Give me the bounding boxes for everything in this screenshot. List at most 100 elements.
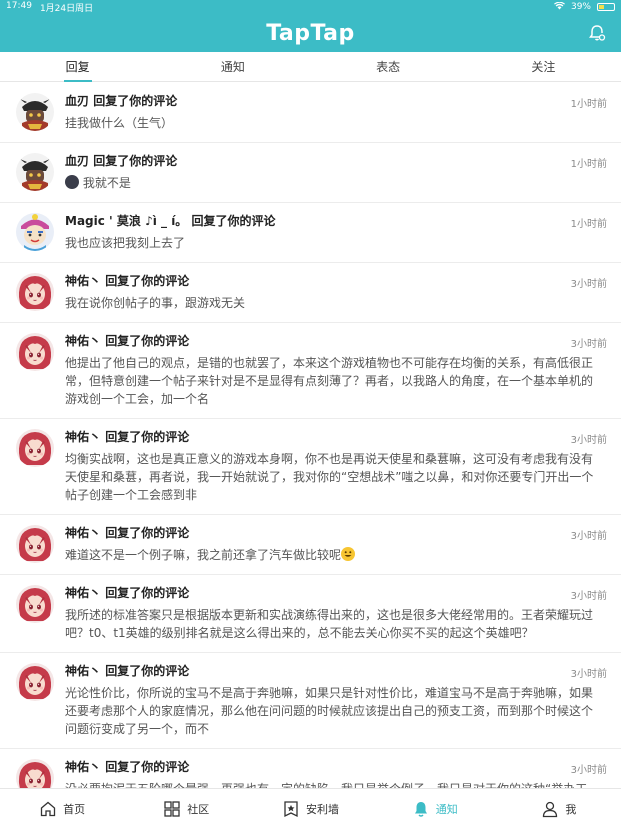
- avatar[interactable]: [16, 213, 54, 251]
- nav-home[interactable]: 首页: [0, 789, 124, 828]
- nav-notifications-label: 通知: [435, 802, 458, 816]
- notification-tabs: 回复 通知 表态 关注: [0, 52, 621, 82]
- app-header: TapTap: [0, 14, 621, 52]
- reply-list: 血刃 回复了你的评论 1小时前 挂我做什么（生气） 血刃 回复了你的评论 1小时前 我就…: [0, 83, 621, 788]
- reply-action: 回复了你的评论: [105, 664, 190, 678]
- nav-community[interactable]: 社区: [124, 789, 248, 828]
- reply-action: 回复了你的评论: [105, 586, 190, 600]
- user-icon: [543, 801, 558, 817]
- battery-percent: 39%: [570, 2, 591, 12]
- status-date: 1月24日周日: [39, 3, 94, 14]
- reply-body: 我所述的标准答案只是根据版本更新和实战演练得出来的，这也是很多大佬经常用的。王者…: [65, 606, 607, 642]
- reply-time: 3小时前: [570, 435, 607, 446]
- nav-home-label: 首页: [63, 802, 86, 816]
- reply-item[interactable]: 神佑丶 回复了你的评论 3小时前 光论性价比，你所说的宝马不是高于奔驰嘛，如果只是针…: [0, 653, 621, 749]
- reply-body: 难道这不是一个例子嘛，我之前还拿了汽车做比较呢: [65, 546, 607, 564]
- avatar[interactable]: [16, 759, 54, 788]
- reply-item[interactable]: 血刃 回复了你的评论 1小时前挂我做什么（生气）: [0, 83, 621, 143]
- reply-text: 光论性价比，你所说的宝马不是高于奔驰嘛，如果只是针对性价比，难道宝马不是高于奔驰…: [65, 686, 594, 736]
- reply-header: 神佑丶 回复了你的评论: [65, 333, 607, 350]
- reply-header: 神佑丶 回复了你的评论: [65, 525, 607, 542]
- username[interactable]: 神佑丶: [65, 526, 101, 540]
- reply-item[interactable]: 神佑丶 回复了你的评论 3小时前我在说你创帖子的事，跟游戏无关: [0, 263, 621, 323]
- username[interactable]: 血刃: [65, 94, 89, 108]
- username[interactable]: 神佑丶: [65, 664, 101, 678]
- reply-text: 我所述的标准答案只是根据版本更新和实战演练得出来的，这也是很多大佬经常用的。王者…: [65, 608, 594, 640]
- reply-time: 3小时前: [570, 531, 607, 542]
- star-frame-icon: [284, 800, 298, 817]
- reply-time: 3小时前: [570, 339, 607, 350]
- tab-reply[interactable]: 回复: [0, 52, 155, 82]
- grid-icon: [164, 800, 180, 817]
- avatar[interactable]: [16, 273, 54, 311]
- reply-action: 回复了你的评论: [105, 526, 190, 540]
- reply-time: 3小时前: [570, 279, 607, 290]
- username[interactable]: 神佑丶: [65, 334, 101, 348]
- reply-text: 难道这不是一个例子嘛，我之前还拿了汽车做比较呢: [65, 548, 342, 562]
- tab-follow[interactable]: 关注: [466, 52, 621, 81]
- reply-header: 神佑丶 回复了你的评论: [65, 759, 607, 776]
- reply-time: 3小时前: [570, 669, 607, 680]
- reply-text: 我也应该把我刻上去了: [65, 236, 186, 250]
- wifi-icon: [553, 1, 565, 13]
- reply-item[interactable]: 神佑丶 回复了你的评论3小时前没必要拘泥于五阶哪个最强，再强也有一定的缺陷，我只…: [0, 749, 621, 788]
- avatar[interactable]: [16, 429, 54, 467]
- avatar[interactable]: [16, 663, 54, 701]
- reply-text: 均衡实战啊，这也是真正意义的游戏本身啊，你不也是再说天使星和桑葚嘛，这可没有考虑…: [65, 452, 594, 502]
- avatar[interactable]: [16, 333, 54, 371]
- reply-action: 回复了你的评论: [105, 274, 190, 288]
- reply-action: 回复了你的评论: [105, 760, 190, 774]
- reply-body: 我也应该把我刻上去了: [65, 234, 607, 252]
- nav-me-label: 我: [565, 802, 577, 816]
- reply-header: 神佑丶 回复了你的评论: [65, 429, 607, 446]
- username[interactable]: 神佑丶: [65, 274, 101, 288]
- battery-fill: [599, 5, 605, 9]
- reply-item[interactable]: 血刃 回复了你的评论 1小时前 我就不是: [0, 143, 621, 203]
- reply-text: 我就不是: [82, 176, 131, 190]
- home-icon: [40, 801, 56, 816]
- nav-me[interactable]: 我: [497, 789, 621, 828]
- reply-body: 没必要拘泥于五阶哪个最强，再强也有一定的缺陷，我只是举个例子，我只是对于你的这种…: [65, 780, 607, 788]
- reply-time: 3小时前: [570, 591, 607, 602]
- reply-text: 我在说你创帖子的事，跟游戏无关: [65, 296, 246, 310]
- reply-item[interactable]: Magic ' 莫浪 ♪ì _ í。 回复了你的评论 1小时前我也应该把我刻上去了: [0, 203, 621, 263]
- reply-action: 回复了你的评论: [105, 430, 190, 444]
- reply-body: 我在说你创帖子的事，跟游戏无关: [65, 294, 607, 312]
- reply-item[interactable]: 神佑丶 回复了你的评论 3小时前他提出了他自己的观点，是错的也就罢了，本来这个游戏…: [0, 323, 621, 419]
- reply-time: 1小时前: [570, 159, 607, 170]
- reply-header: 神佑丶 回复了你的评论: [65, 663, 607, 680]
- reply-body: 光论性价比，你所说的宝马不是高于奔驰嘛，如果只是针对性价比，难道宝马不是高于奔驰…: [65, 684, 607, 738]
- username[interactable]: 神佑丶: [65, 760, 101, 774]
- username[interactable]: Magic ' 莫浪 ♪ì _ í。: [65, 214, 187, 228]
- smile-emoji-icon: [341, 547, 356, 561]
- reply-body: 他提出了他自己的观点，是错的也就罢了，本来这个游戏植物也不可能存在均衡的关系，有…: [65, 354, 607, 408]
- username[interactable]: 神佑丶: [65, 430, 101, 444]
- reply-body: 均衡实战啊，这也是真正意义的游戏本身啊，你不也是再说天使星和桑葚嘛，这可没有考虑…: [65, 450, 607, 504]
- tab-reaction[interactable]: 表态: [311, 52, 466, 81]
- reply-item[interactable]: 神佑丶 回复了你的评论 3小时前我所述的标准答案只是根据版本更新和实战演练得出来的…: [0, 575, 621, 653]
- notification-settings-icon[interactable]: [587, 23, 607, 43]
- avatar[interactable]: [16, 525, 54, 563]
- nav-recommend-wall-label: 安利墙: [306, 802, 339, 816]
- reply-time: 3小时前: [570, 765, 607, 776]
- taptap-logo: TapTap: [266, 20, 355, 46]
- reply-text: 挂我做什么（生气）: [65, 116, 174, 130]
- bottom-nav: 首页 社区 安利墙 通知 我: [0, 788, 621, 828]
- reply-text: 他提出了他自己的观点，是错的也就罢了，本来这个游戏植物也不可能存在均衡的关系，有…: [65, 356, 594, 406]
- reply-item[interactable]: 神佑丶 回复了你的评论 3小时前 均衡实战啊，这也是真正意义的游戏本身啊，你不也是再…: [0, 419, 621, 515]
- avatar[interactable]: [16, 153, 54, 191]
- username[interactable]: 神佑丶: [65, 586, 101, 600]
- status-time: 17:49: [6, 0, 32, 11]
- tab-notice[interactable]: 通知: [155, 52, 310, 81]
- avatar[interactable]: [16, 93, 54, 131]
- nav-notifications[interactable]: 通知: [373, 789, 497, 828]
- dark-face-emoji-icon: [65, 175, 79, 189]
- reply-action: 回复了你的评论: [93, 94, 178, 108]
- reply-time: 1小时前: [570, 99, 607, 110]
- reply-action: 回复了你的评论: [191, 214, 276, 228]
- reply-time: 1小时前: [570, 219, 607, 230]
- avatar[interactable]: [16, 585, 54, 623]
- username[interactable]: 血刃: [65, 154, 89, 168]
- reply-item[interactable]: 神佑丶 回复了你的评论 3小时前 难道这不是一个例子嘛，我之前还拿了汽车做比较呢: [0, 515, 621, 575]
- nav-recommend-wall[interactable]: 安利墙: [248, 789, 372, 828]
